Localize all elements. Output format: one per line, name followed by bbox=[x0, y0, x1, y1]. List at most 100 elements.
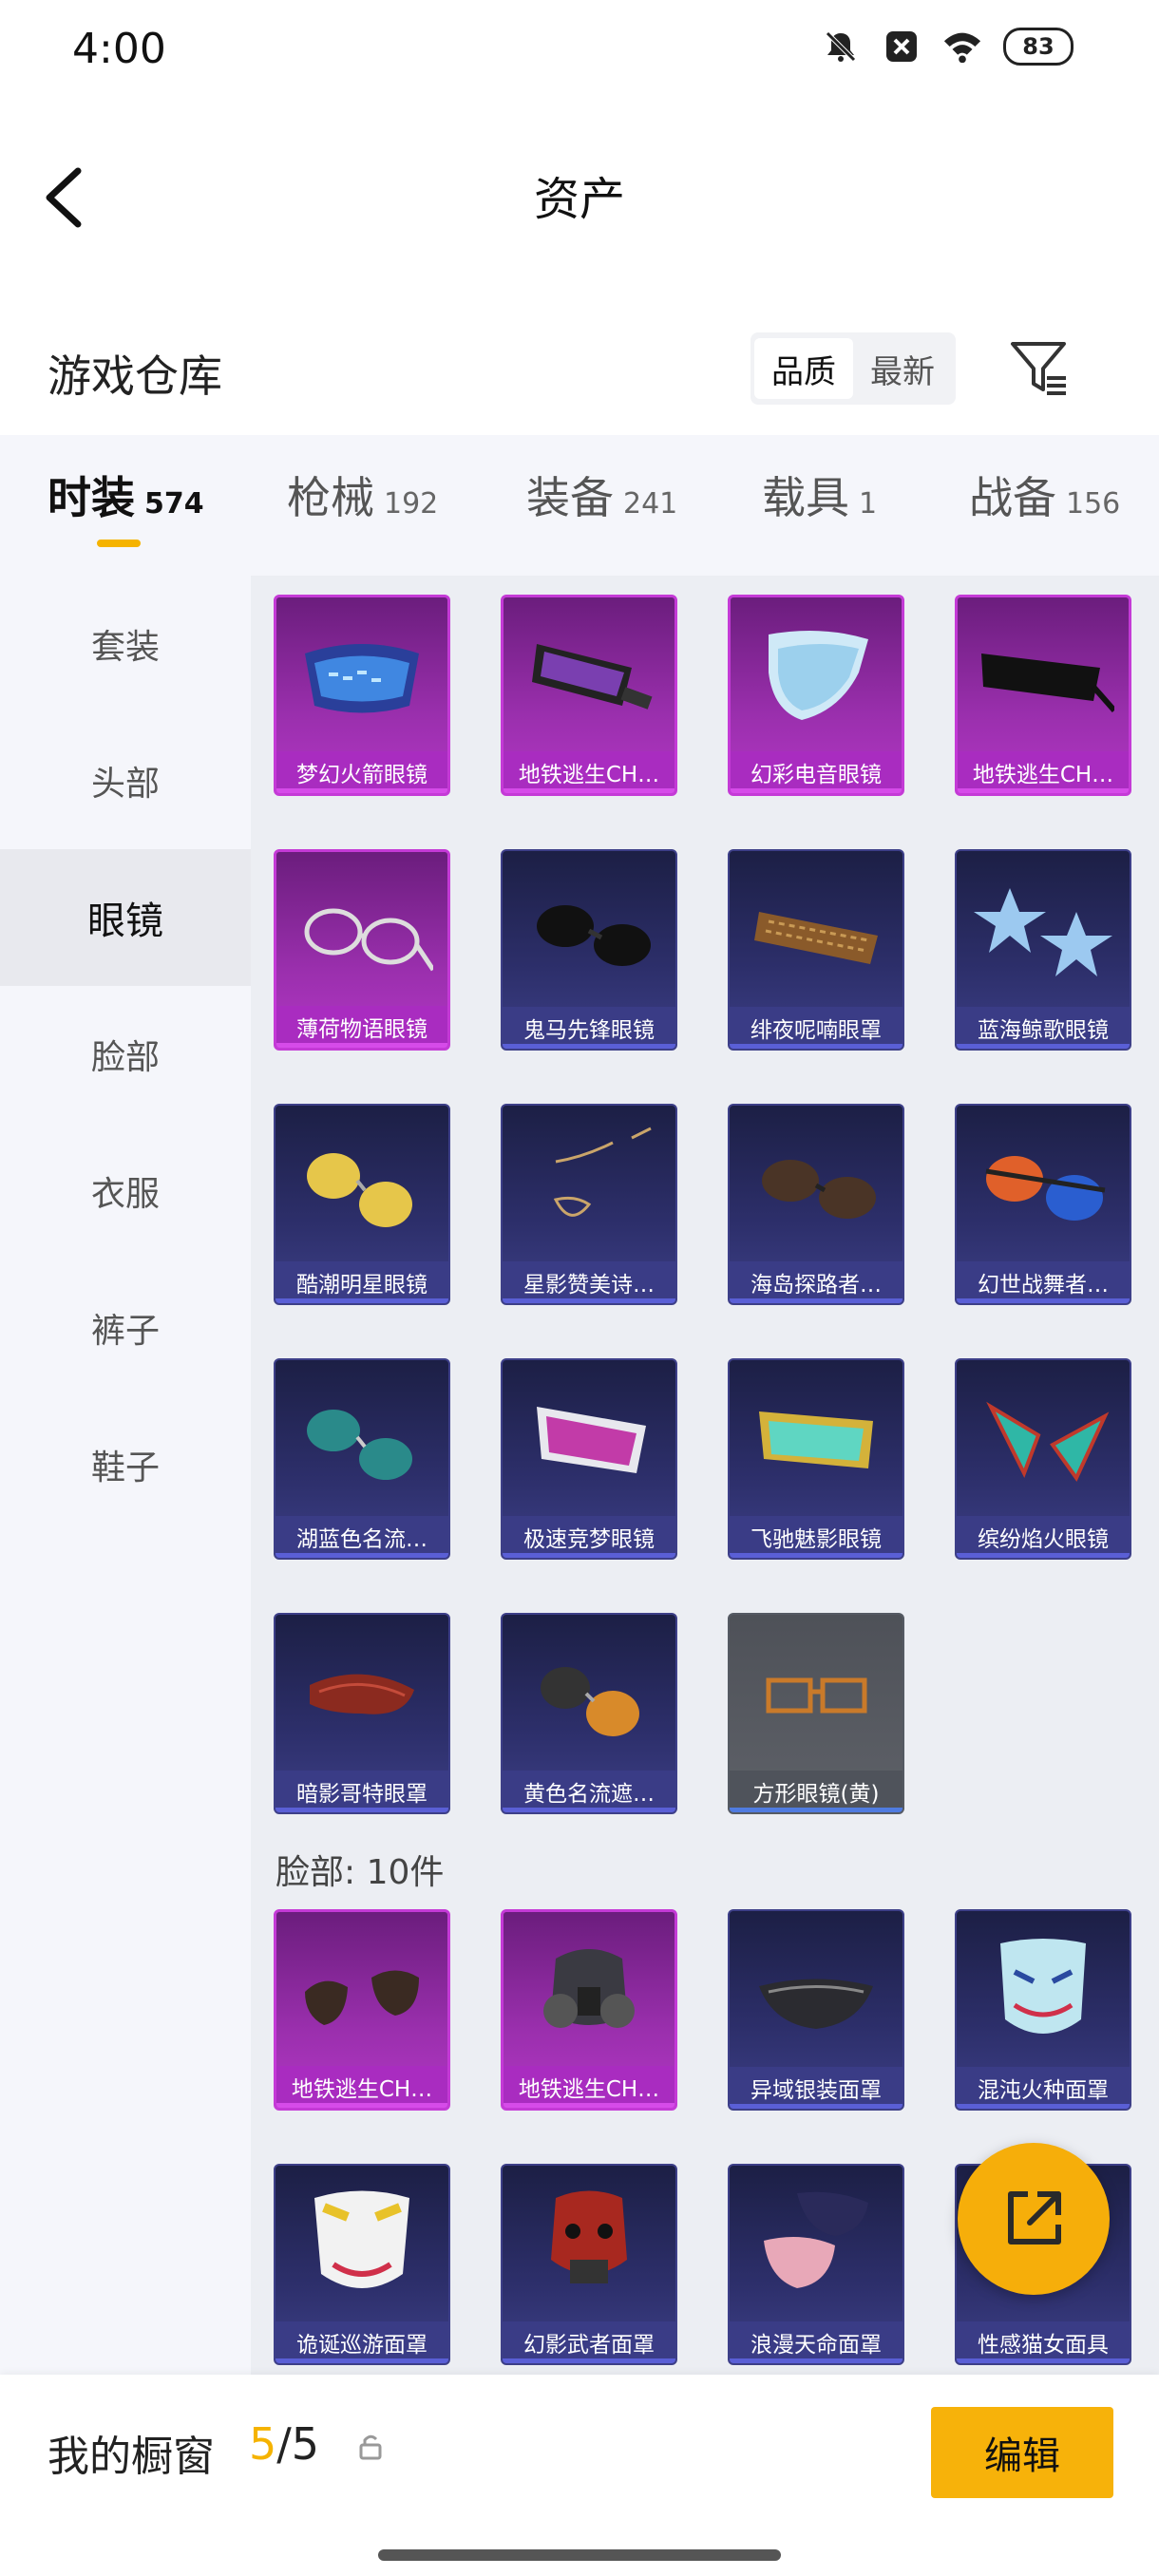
tab-vehicles[interactable]: 载具 1 bbox=[762, 464, 877, 526]
rarity-bar bbox=[276, 1553, 448, 1558]
item-card[interactable]: 梦幻火箭眼镜 bbox=[274, 595, 450, 796]
rarity-bar bbox=[276, 1808, 448, 1812]
share-button[interactable] bbox=[958, 2143, 1110, 2295]
item-name: 绯夜呢喃眼罩 bbox=[730, 1007, 902, 1049]
item-name: 海岛探路者… bbox=[730, 1261, 902, 1303]
sort-newest-option[interactable]: 最新 bbox=[853, 338, 952, 399]
edit-button[interactable]: 编辑 bbox=[931, 2407, 1113, 2498]
rarity-bar bbox=[730, 1044, 902, 1049]
tab-label: 时装 bbox=[48, 472, 135, 523]
item-card[interactable]: 异域银装面罩 bbox=[728, 1909, 904, 2111]
item-card[interactable]: 地铁逃生CH… bbox=[501, 595, 677, 796]
rarity-bar bbox=[276, 1298, 448, 1303]
item-card[interactable]: 地铁逃生CH… bbox=[501, 1909, 677, 2111]
rarity-bar bbox=[730, 1553, 902, 1558]
item-card[interactable]: 地铁逃生CH… bbox=[955, 595, 1131, 796]
item-card[interactable]: 飞驰魅影眼镜 bbox=[728, 1358, 904, 1560]
sunglasses-icon bbox=[503, 851, 675, 1011]
rarity-bar bbox=[276, 1043, 447, 1048]
rarity-bar bbox=[730, 1298, 902, 1303]
filter-icon bbox=[1011, 342, 1066, 395]
home-indicator[interactable] bbox=[378, 2549, 781, 2561]
item-card[interactable]: 诡诞巡游面罩 bbox=[274, 2164, 450, 2365]
sunglasses-icon bbox=[957, 1106, 1130, 1265]
sort-toggle: 品质 最新 bbox=[750, 332, 956, 405]
tab-count: 241 bbox=[623, 487, 678, 521]
page-title: 资产 bbox=[533, 173, 625, 226]
tab-count: 574 bbox=[144, 487, 204, 521]
tab-fashion[interactable]: 时装 574 bbox=[48, 464, 204, 526]
lock-icon bbox=[355, 2432, 386, 2462]
rarity-bar bbox=[503, 1298, 675, 1303]
active-tab-indicator bbox=[97, 540, 141, 547]
monocle-icon bbox=[503, 1106, 675, 1265]
item-card[interactable]: 幻彩电音眼镜 bbox=[728, 595, 904, 796]
sunglasses-icon bbox=[276, 1360, 448, 1520]
item-name: 幻影武者面罩 bbox=[503, 2321, 675, 2363]
tab-battle-prep[interactable]: 战备 156 bbox=[969, 464, 1120, 526]
tab-guns[interactable]: 枪械 192 bbox=[287, 464, 438, 526]
item-name: 地铁逃生CH… bbox=[276, 2066, 447, 2108]
sunglasses-icon bbox=[958, 597, 1129, 757]
item-card[interactable]: 鬼马先锋眼镜 bbox=[501, 849, 677, 1051]
item-name: 梦幻火箭眼镜 bbox=[276, 751, 447, 793]
item-card[interactable]: 方形眼镜(黄) bbox=[728, 1613, 904, 1814]
item-card[interactable]: 绯夜呢喃眼罩 bbox=[728, 849, 904, 1051]
samurai-mask-icon bbox=[503, 2166, 675, 2325]
showcase-bar: 我的橱窗 5/5 编辑 bbox=[0, 2375, 1159, 2576]
rarity-bar bbox=[958, 788, 1129, 793]
item-card[interactable]: 缤纷焰火眼镜 bbox=[955, 1358, 1131, 1560]
visor-icon bbox=[503, 1360, 675, 1520]
sort-quality-option[interactable]: 品质 bbox=[754, 338, 853, 399]
sidebar-item-glasses[interactable]: 眼镜 bbox=[0, 849, 251, 986]
item-card[interactable]: 湖蓝色名流… bbox=[274, 1358, 450, 1560]
sidebar-item-clothes[interactable]: 衣服 bbox=[0, 1123, 251, 1260]
item-name: 湖蓝色名流… bbox=[276, 1516, 448, 1558]
item-card[interactable]: 酷潮明星眼镜 bbox=[274, 1104, 450, 1305]
sidebar-item-shoes[interactable]: 鞋子 bbox=[0, 1396, 251, 1533]
item-name: 混沌火种面罩 bbox=[957, 2067, 1130, 2109]
blindfold-icon bbox=[276, 1615, 448, 1774]
item-card[interactable]: 幻影武者面罩 bbox=[501, 2164, 677, 2365]
rarity-bar bbox=[276, 2358, 448, 2363]
rarity-bar bbox=[957, 1553, 1130, 1558]
item-name: 地铁逃生CH… bbox=[504, 2066, 674, 2108]
sidebar-item-face[interactable]: 脸部 bbox=[0, 986, 251, 1123]
tab-label: 装备 bbox=[526, 472, 614, 523]
app-header: 资产 bbox=[0, 142, 1159, 247]
sidebar-item-pants[interactable]: 裤子 bbox=[0, 1260, 251, 1396]
item-name: 星影赞美诗… bbox=[503, 1261, 675, 1303]
tab-label: 载具 bbox=[762, 472, 849, 523]
item-card[interactable]: 混沌火种面罩 bbox=[955, 1909, 1131, 2111]
showcase-current: 5 bbox=[249, 2418, 277, 2470]
item-card[interactable]: 幻世战舞者… bbox=[955, 1104, 1131, 1305]
item-name: 飞驰魅影眼镜 bbox=[730, 1516, 902, 1558]
goggles-icon bbox=[504, 597, 674, 757]
filter-button[interactable] bbox=[1005, 334, 1074, 403]
item-card[interactable]: 海岛探路者… bbox=[728, 1104, 904, 1305]
sidebar-item-suits[interactable]: 套装 bbox=[0, 576, 251, 712]
sidebar-item-head[interactable]: 头部 bbox=[0, 712, 251, 849]
item-card[interactable]: 浪漫天命面罩 bbox=[728, 2164, 904, 2365]
item-card[interactable]: 极速竞梦眼镜 bbox=[501, 1358, 677, 1560]
section-label-face: 脸部: 10件 bbox=[276, 1853, 445, 1892]
status-bar: 4:00 83 bbox=[0, 0, 1159, 104]
item-card[interactable]: 地铁逃生CH… bbox=[274, 1909, 450, 2111]
item-name: 诡诞巡游面罩 bbox=[276, 2321, 448, 2363]
rarity-bar bbox=[276, 788, 447, 793]
tab-count: 1 bbox=[859, 487, 878, 521]
category-tabs: 时装 574 枪械 192 装备 241 载具 1 战备 156 bbox=[0, 435, 1159, 576]
star-glasses-icon bbox=[957, 851, 1130, 1011]
item-card[interactable]: 星影赞美诗… bbox=[501, 1104, 677, 1305]
tab-gear[interactable]: 装备 241 bbox=[526, 464, 677, 526]
showcase-count: 5/5 bbox=[249, 2418, 319, 2470]
item-card[interactable]: 暗影哥特眼罩 bbox=[274, 1613, 450, 1814]
item-card[interactable]: 蓝海鲸歌眼镜 bbox=[955, 849, 1131, 1051]
rarity-bar bbox=[276, 2103, 447, 2108]
item-card[interactable]: 黄色名流遮… bbox=[501, 1613, 677, 1814]
item-name: 暗影哥特眼罩 bbox=[276, 1771, 448, 1812]
face-mask-icon bbox=[730, 2166, 902, 2325]
item-card[interactable]: 薄荷物语眼镜 bbox=[274, 849, 450, 1051]
visor-icon bbox=[730, 1360, 902, 1520]
gas-mask-icon bbox=[504, 1912, 674, 2072]
